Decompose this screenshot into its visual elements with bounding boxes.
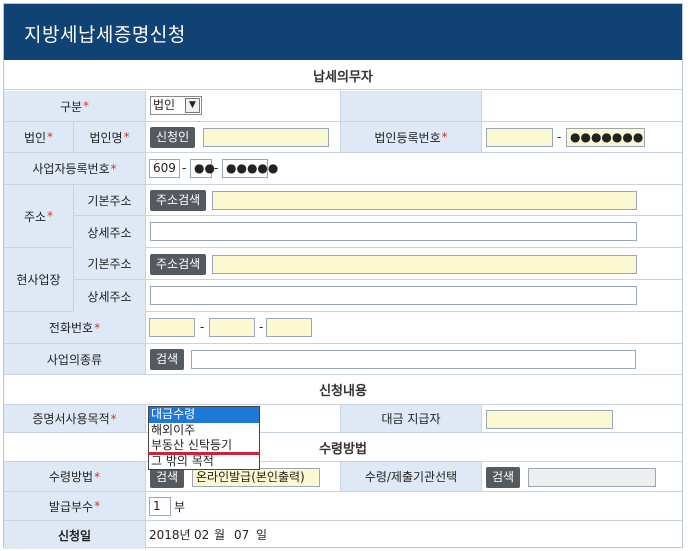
apply-date-day-unit: 일 <box>256 528 268 542</box>
purpose-dropdown-list[interactable]: 대금수령 해외이주 부동산 신탁등기 그 밖의 목적 <box>148 406 260 470</box>
corp-label: 법인 * <box>4 122 74 152</box>
corp-name-input[interactable] <box>203 128 329 147</box>
apply-date-day: 07 <box>234 528 250 542</box>
annotation-underline <box>148 452 260 455</box>
row-current-site: 현사업장 기본주소 주소검색 상세주소 <box>4 248 682 312</box>
address-label: 주소 * <box>4 185 74 247</box>
section-title: 신청내용 <box>4 375 682 404</box>
row-copies: 발급부수 * 1 부 <box>4 492 682 521</box>
receive-method-label: 수령방법 * <box>4 462 146 491</box>
empty-label <box>341 91 482 121</box>
detail-address-input[interactable] <box>150 222 637 241</box>
form-container: 지방세납세증명신청 납세의무자 구분 * 법인 ▼ 법인 * 법인명 * 신청인 법인… <box>3 3 683 549</box>
address-search-button[interactable]: 주소검색 <box>150 190 207 211</box>
row-business-type: 사업의종류 검색 <box>4 344 682 375</box>
site-address-search-button[interactable]: 주소검색 <box>150 254 207 275</box>
site-basic-address-label: 기본주소 <box>74 248 146 279</box>
corp-reg-input-2[interactable]: ●●●●●●● <box>566 128 645 147</box>
apply-date-month: 02 <box>194 528 210 542</box>
row-biz-reg: 사업자등록번호 * 609 - ●● - ●●●●● <box>4 153 682 185</box>
row-phone: 전화번호 * - - <box>4 312 682 344</box>
page-title: 지방세납세증명신청 <box>4 4 682 60</box>
biz-reg-input-1[interactable]: 609 <box>149 159 180 178</box>
current-site-label: 현사업장 <box>4 248 74 311</box>
site-detail-address-row: 상세주소 <box>74 280 682 312</box>
dash: - <box>259 320 264 334</box>
receive-method-input[interactable]: 온라인발급(본인출력) <box>192 468 320 487</box>
receive-method-search-button[interactable]: 검색 <box>150 467 185 488</box>
biz-reg-label: 사업자등록번호 * <box>4 153 146 184</box>
apply-date-label: 신청일 <box>4 521 146 549</box>
section-receive: 수령방법 <box>4 433 682 462</box>
basic-address-row: 기본주소 주소검색 <box>74 185 682 216</box>
site-basic-address-row: 기본주소 주소검색 <box>74 248 682 280</box>
detail-address-row: 상세주소 <box>74 216 682 248</box>
basic-address-input[interactable] <box>212 191 637 210</box>
copies-unit: 부 <box>174 500 186 514</box>
copies-label: 발급부수 * <box>4 492 146 520</box>
phone-label: 전화번호 * <box>4 312 146 343</box>
corp-name-cell: 신청인 <box>146 122 341 152</box>
site-basic-address-input[interactable] <box>212 255 637 274</box>
phone-input-2[interactable] <box>209 318 255 337</box>
section-title: 수령방법 <box>4 433 682 461</box>
business-type-input[interactable] <box>191 350 636 369</box>
biz-reg-input-2[interactable]: ●● <box>190 159 215 178</box>
copies-input[interactable]: 1 <box>149 497 171 516</box>
row-receive-method: 수령방법 * 검색 온라인발급(본인출력) 수령/제출기관선택 검색 <box>4 462 682 492</box>
row-purpose: 증명서사용목적 * 대금 지급자 <box>4 405 682 433</box>
applicant-button[interactable]: 신청인 <box>150 127 196 148</box>
payment-payer-label: 대금 지급자 <box>341 405 482 432</box>
dropdown-option[interactable]: 그 밖의 목적 <box>149 454 259 470</box>
basic-address-label: 기본주소 <box>74 185 146 215</box>
category-select[interactable]: 법인 ▼ <box>150 96 202 115</box>
business-type-label: 사업의종류 <box>4 344 146 374</box>
corp-name-label: 법인명 * <box>74 122 146 152</box>
dash: - <box>557 130 562 144</box>
phone-input-1[interactable] <box>149 318 195 337</box>
section-taxpayer: 납세의무자 <box>4 61 682 90</box>
section-request: 신청내용 <box>4 375 682 405</box>
detail-address-label: 상세주소 <box>74 216 146 248</box>
row-address: 주소 * 기본주소 주소검색 상세주소 <box>4 185 682 248</box>
corp-reg-label: 법인등록번호 * <box>341 122 482 152</box>
apply-date-month-unit: 월 <box>214 528 226 542</box>
row-corp: 법인 * 법인명 * 신청인 법인등록번호 * - ●●●●●●● <box>4 122 682 153</box>
site-detail-address-input[interactable] <box>150 286 637 305</box>
apply-date-year: 2018년 <box>149 528 191 542</box>
receive-agency-search-button[interactable]: 검색 <box>486 467 521 488</box>
dash: - <box>182 161 187 175</box>
category-cell: 법인 ▼ <box>146 91 341 121</box>
receive-agency-input[interactable] <box>528 468 656 487</box>
receive-agency-label: 수령/제출기관선택 <box>341 462 482 491</box>
corp-reg-input-1[interactable] <box>486 128 553 147</box>
phone-input-3[interactable] <box>266 318 312 337</box>
row-category: 구분 * 법인 ▼ <box>4 91 682 122</box>
payment-payer-input[interactable] <box>486 410 613 429</box>
site-detail-address-label: 상세주소 <box>74 280 146 312</box>
section-title: 납세의무자 <box>4 61 682 89</box>
dropdown-option[interactable]: 해외이주 <box>149 423 259 439</box>
purpose-label: 증명서사용목적 * <box>4 405 146 432</box>
dropdown-option[interactable]: 대금수령 <box>149 407 259 423</box>
category-label: 구분 * <box>4 91 146 121</box>
business-type-search-button[interactable]: 검색 <box>150 349 185 370</box>
row-apply-date: 신청일 2018년 02 월 07 일 <box>4 521 682 549</box>
dash: - <box>214 161 219 175</box>
chevron-down-icon: ▼ <box>185 98 200 113</box>
biz-reg-input-3[interactable]: ●●●●● <box>222 159 278 178</box>
dash: - <box>200 320 205 334</box>
